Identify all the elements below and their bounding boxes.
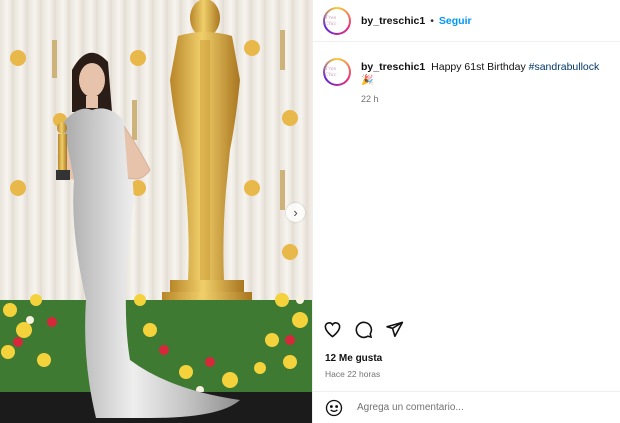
comment-bar xyxy=(313,391,620,423)
post-header: Tres Chic by_treschic1 • Seguir xyxy=(313,0,620,42)
heart-icon[interactable] xyxy=(323,320,342,339)
follow-button[interactable]: Seguir xyxy=(439,15,472,27)
share-icon[interactable] xyxy=(385,320,404,339)
action-bar xyxy=(323,320,404,339)
avatar[interactable]: Tres Chic xyxy=(323,6,351,35)
chevron-right-icon: › xyxy=(293,205,298,220)
hashtag-link[interactable]: #sandrabullock xyxy=(529,61,600,73)
caption-avatar[interactable]: Tres Chic xyxy=(323,58,351,86)
post-time: Hace 22 horas xyxy=(325,369,381,379)
username-link[interactable]: by_treschic1 xyxy=(361,15,425,27)
next-photo-button[interactable]: › xyxy=(286,203,305,222)
caption-username[interactable]: by_treschic1 xyxy=(361,61,425,73)
avatar-logo: Tres Chic xyxy=(325,60,349,84)
caption-text: Happy 61st Birthday xyxy=(431,61,526,73)
avatar-logo: Tres Chic xyxy=(325,8,349,33)
party-emoji-icon: 🎉 xyxy=(361,75,374,86)
separator-dot: • xyxy=(430,14,434,27)
caption: Tres Chic by_treschic1 Happy 61st Birthd… xyxy=(313,42,620,106)
post-image xyxy=(0,0,312,423)
comment-icon[interactable] xyxy=(354,320,373,339)
like-count[interactable]: 12 Me gusta xyxy=(325,353,382,364)
caption-body: by_treschic1 Happy 61st Birthday #sandra… xyxy=(361,61,610,106)
caption-time[interactable]: 22 h xyxy=(361,93,610,106)
post-panel: Tres Chic by_treschic1 • Seguir Tres Chi… xyxy=(312,0,620,423)
smiley-icon[interactable] xyxy=(325,399,343,417)
comment-input[interactable] xyxy=(355,401,579,414)
post-photo[interactable]: › xyxy=(0,0,312,423)
